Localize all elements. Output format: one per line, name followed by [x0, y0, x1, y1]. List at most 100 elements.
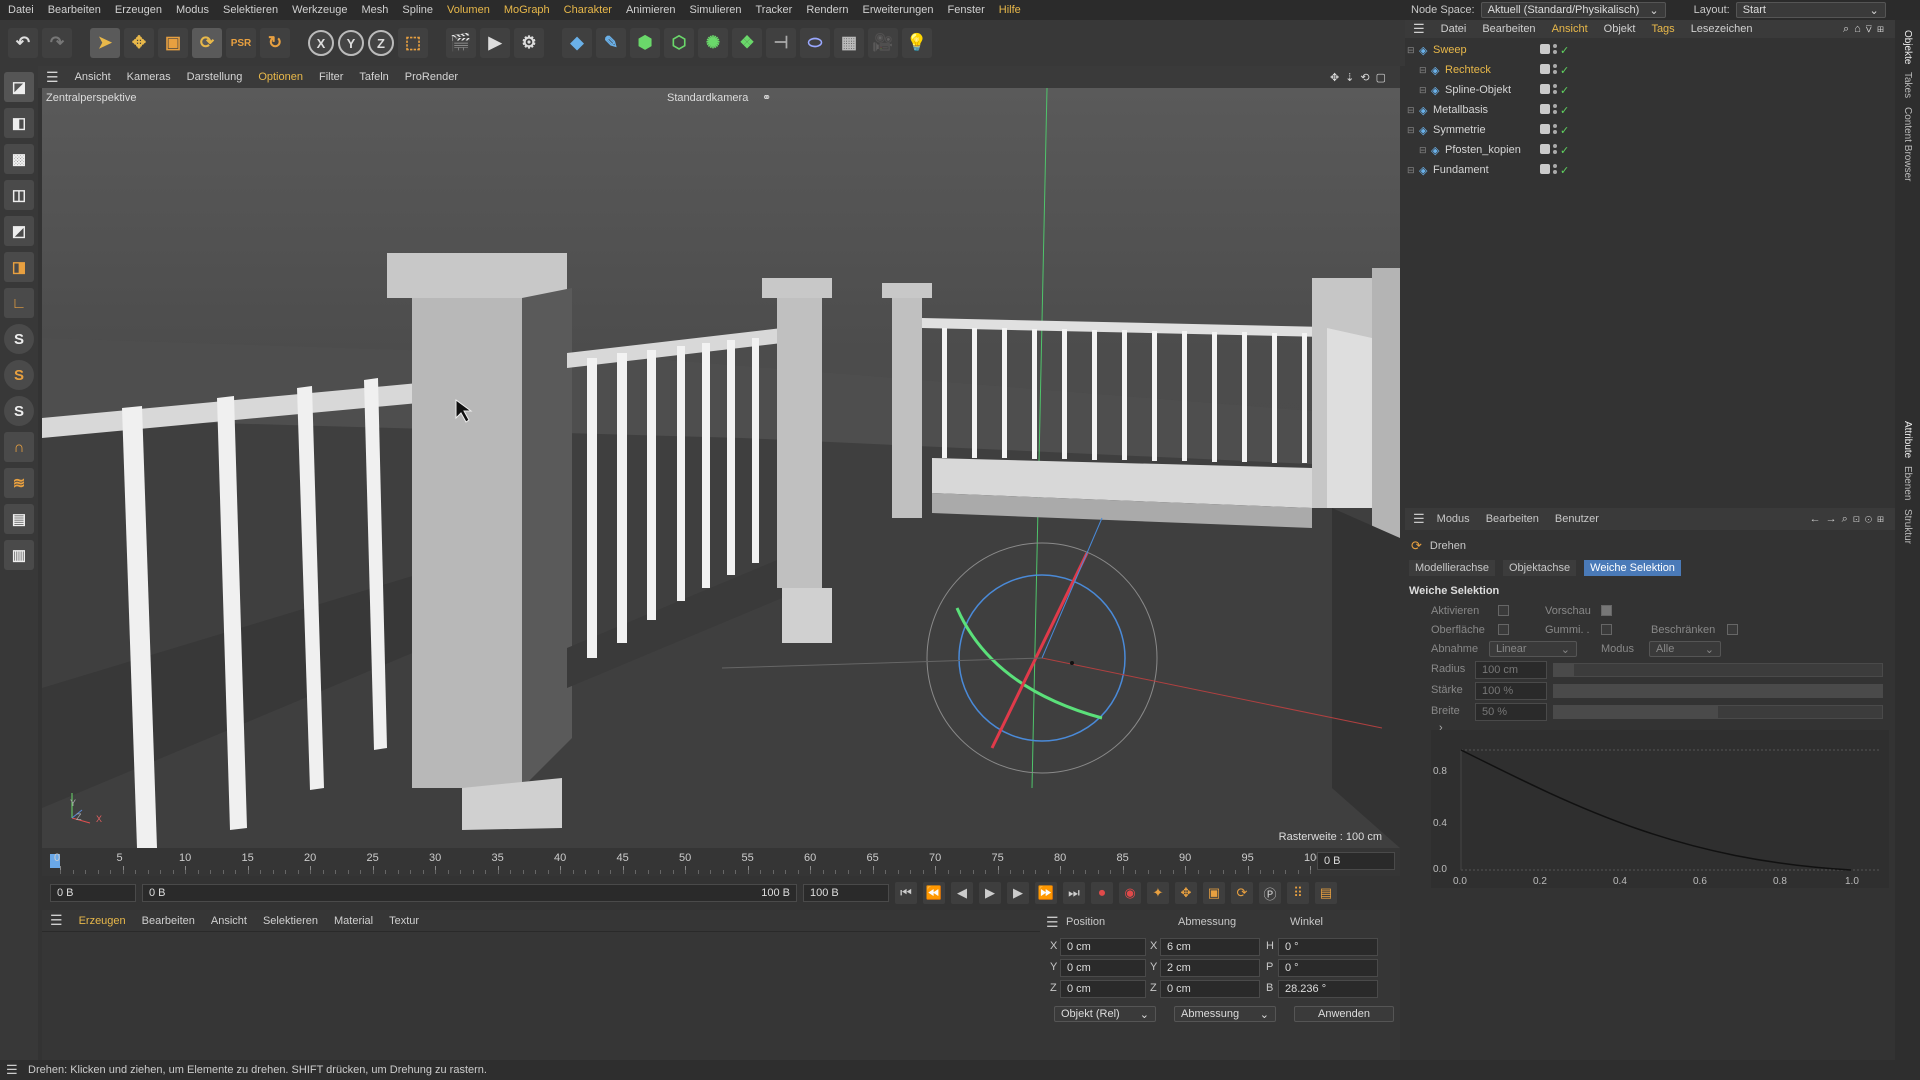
view-menu-ansicht[interactable]: Ansicht [75, 71, 111, 83]
tree-toggle-icon[interactable]: ⊟ [1407, 105, 1415, 116]
mat-menu-textur[interactable]: Textur [389, 915, 419, 927]
vorschau-checkbox[interactable] [1601, 605, 1612, 616]
enabled-check-icon[interactable]: ✓ [1560, 104, 1569, 117]
attr-nav-icons[interactable]: ←→⌕⊡⊙⊞ [1810, 513, 1889, 526]
side-tab-struktur[interactable]: Struktur [1902, 509, 1913, 544]
light-icon[interactable]: 💡 [902, 28, 932, 58]
menu-mesh[interactable]: Mesh [362, 4, 389, 16]
rotate-icon[interactable]: ⟳ [192, 28, 222, 58]
pen-icon[interactable]: ✎ [596, 28, 626, 58]
psr-icon[interactable]: PSR [226, 28, 256, 58]
key-parameter-icon[interactable]: Ⓟ [1259, 882, 1281, 904]
obj-menu-datei[interactable]: Datei [1441, 23, 1467, 35]
menu-hilfe[interactable]: Hilfe [999, 4, 1021, 16]
timeline-window-icon[interactable]: ▤ [1315, 882, 1337, 904]
visibility-checkbox[interactable] [1540, 83, 1550, 94]
view-menu-darstellung[interactable]: Darstellung [187, 71, 243, 83]
hamburger-icon[interactable]: ☰ [6, 1062, 18, 1078]
axis-mode-icon[interactable]: ∟ [4, 288, 34, 318]
tree-toggle-icon[interactable]: ⊟ [1407, 165, 1415, 176]
tree-toggle-icon[interactable]: ⊟ [1419, 65, 1427, 76]
generator-icon[interactable]: ⬡ [664, 28, 694, 58]
editor-render-dots[interactable] [1553, 63, 1557, 74]
menu-simulieren[interactable]: Simulieren [690, 4, 742, 16]
camera-icon[interactable]: 🎥 [868, 28, 898, 58]
key-position-icon[interactable]: ✥ [1175, 882, 1197, 904]
attr-menu-benutzer[interactable]: Benutzer [1555, 513, 1599, 525]
move-icon[interactable]: ✥ [124, 28, 154, 58]
side-tab-objekte[interactable]: Objekte [1902, 30, 1913, 64]
undo-icon[interactable]: ↶ [8, 28, 38, 58]
obj-menu-ansicht[interactable]: Ansicht [1552, 23, 1588, 35]
tab-objektachse[interactable]: Objektachse [1502, 560, 1577, 576]
frame-range-slider[interactable]: 0 B 100 B [142, 884, 797, 902]
record-icon[interactable]: ⏺ [1091, 882, 1113, 904]
object-name[interactable]: Metallbasis [1433, 104, 1488, 116]
position-field[interactable]: 0 cm [1060, 959, 1146, 977]
recent-tool-icon[interactable]: ↻ [260, 28, 290, 58]
menu-erweiterungen[interactable]: Erweiterungen [863, 4, 934, 16]
subdivision-icon[interactable]: ⬢ [630, 28, 660, 58]
coord-mode-select[interactable]: Objekt (Rel) ⌄ [1054, 1006, 1156, 1022]
editor-render-dots[interactable] [1553, 123, 1557, 134]
radius-slider[interactable] [1553, 663, 1883, 677]
menu-animieren[interactable]: Animieren [626, 4, 676, 16]
key-pla-icon[interactable]: ⠿ [1287, 882, 1309, 904]
redo-icon[interactable]: ↷ [42, 28, 72, 58]
visibility-checkbox[interactable] [1540, 63, 1550, 74]
menu-volumen[interactable]: Volumen [447, 4, 490, 16]
edges-mode-icon[interactable]: ◩ [4, 216, 34, 246]
mat-menu-bearbeiten[interactable]: Bearbeiten [142, 915, 195, 927]
visibility-checkbox[interactable] [1540, 43, 1550, 54]
visibility-checkbox[interactable] [1540, 163, 1550, 174]
staerke-field[interactable]: 100 % [1475, 682, 1547, 700]
rotation-field[interactable]: 0 ° [1278, 959, 1378, 977]
z-axis-icon[interactable]: Z [368, 30, 394, 56]
menu-datei[interactable]: Datei [8, 4, 34, 16]
render-view-icon[interactable]: ▶ [480, 28, 510, 58]
x-axis-icon[interactable]: X [308, 30, 334, 56]
render-region-icon[interactable]: 🎬 [446, 28, 476, 58]
attr-menu-modus[interactable]: Modus [1437, 513, 1470, 525]
radius-field[interactable]: 100 cm [1475, 661, 1547, 679]
gummi-checkbox[interactable] [1601, 624, 1612, 635]
breite-slider[interactable] [1553, 705, 1883, 719]
position-field[interactable]: 0 cm [1060, 980, 1146, 998]
key-scale-icon[interactable]: ▣ [1203, 882, 1225, 904]
tree-toggle-icon[interactable]: ⊟ [1407, 45, 1415, 56]
hamburger-icon[interactable]: ☰ [1413, 21, 1425, 37]
current-frame-field[interactable]: 0 B [1317, 852, 1395, 870]
view-menu-prorender[interactable]: ProRender [405, 71, 458, 83]
field-icon[interactable]: ⬭ [800, 28, 830, 58]
view-nav-icons[interactable]: ✥⇣⟲▢ [1330, 71, 1392, 84]
visibility-checkbox[interactable] [1540, 103, 1550, 114]
prev-key-icon[interactable]: ⏪ [923, 882, 945, 904]
editor-render-dots[interactable] [1553, 143, 1557, 154]
hamburger-icon[interactable]: ☰ [50, 912, 63, 929]
mat-menu-ansicht[interactable]: Ansicht [211, 915, 247, 927]
coord-size-select[interactable]: Abmessung ⌄ [1174, 1006, 1276, 1022]
tab-modellierachse[interactable]: Modellierachse [1409, 560, 1495, 576]
hamburger-icon[interactable]: ☰ [1046, 914, 1059, 931]
end-frame-field[interactable]: 100 B [803, 884, 889, 902]
grid-icon[interactable]: ▥ [4, 540, 34, 570]
view-menu-optionen[interactable]: Optionen [258, 71, 303, 83]
side-tab-attribute[interactable]: Attribute [1902, 421, 1913, 458]
next-frame-icon[interactable]: ▶ [1007, 882, 1029, 904]
menu-mograph[interactable]: MoGraph [504, 4, 550, 16]
workplane-icon[interactable]: ≋ [4, 468, 34, 498]
object-row[interactable]: ⊟ ◈ Metallbasis ✓ [1405, 100, 1895, 120]
aktivieren-checkbox[interactable] [1498, 605, 1509, 616]
object-row[interactable]: ⊟ ◈ Symmetrie ✓ [1405, 120, 1895, 140]
view-menu-filter[interactable]: Filter [319, 71, 343, 83]
points-mode-icon[interactable]: ◫ [4, 180, 34, 210]
position-field[interactable]: 0 cm [1060, 938, 1146, 956]
tree-toggle-icon[interactable]: ⊟ [1407, 125, 1415, 136]
staerke-slider[interactable] [1553, 684, 1883, 698]
object-search-icons[interactable]: ⌕⌂⊽⊞ [1843, 23, 1889, 36]
keyframe-selection-icon[interactable]: ✦ [1147, 882, 1169, 904]
editor-render-dots[interactable] [1553, 43, 1557, 54]
enabled-check-icon[interactable]: ✓ [1560, 44, 1569, 57]
solo-icon[interactable]: S [4, 396, 34, 426]
size-field[interactable]: 2 cm [1160, 959, 1260, 977]
